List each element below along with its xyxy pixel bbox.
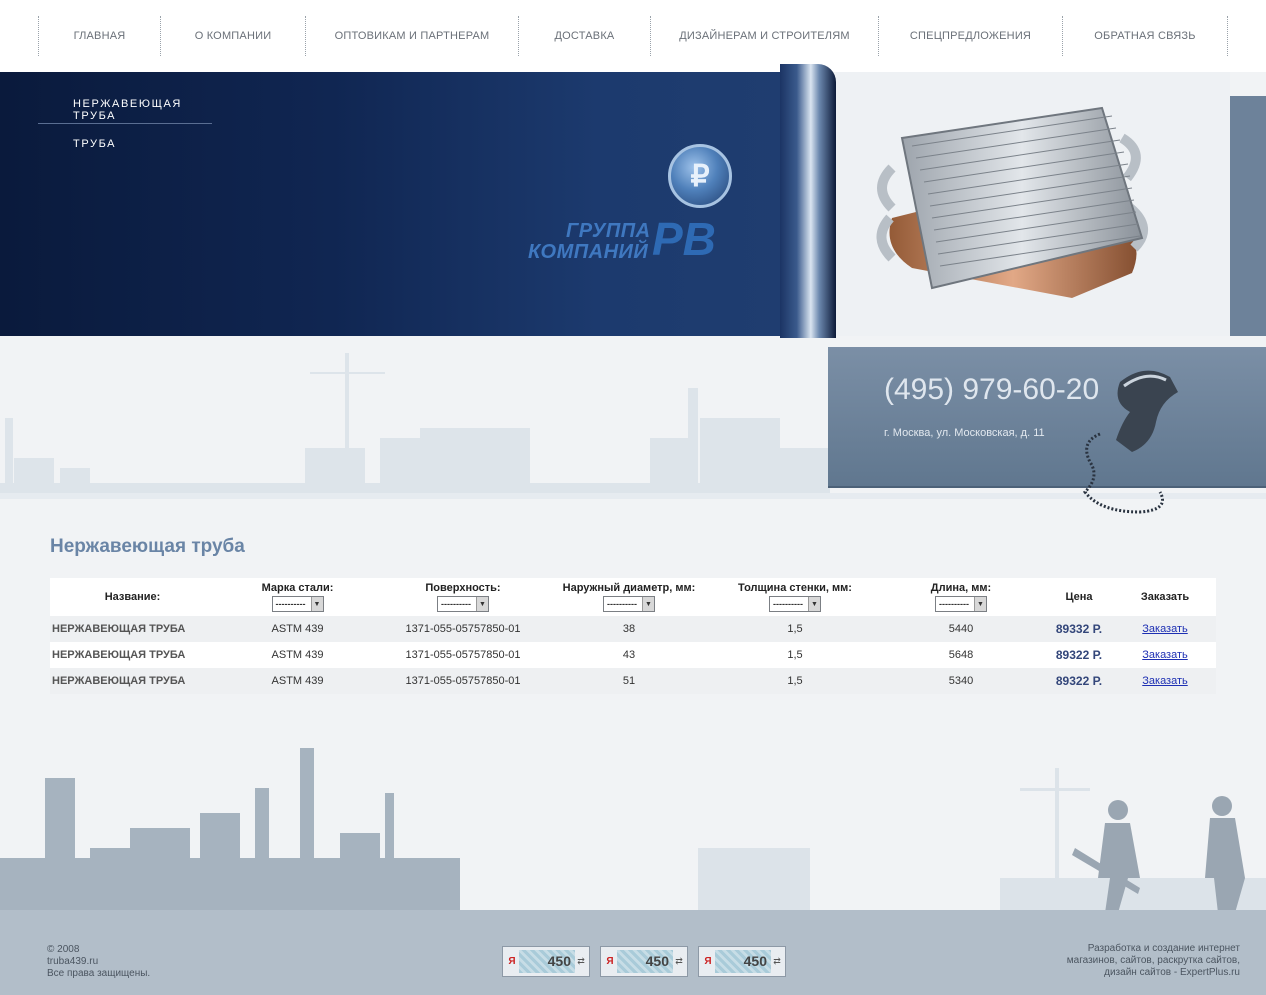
top-navigation: ГЛАВНАЯ О КОМПАНИИ ОПТОВИКАМ И ПАРТНЕРАМ… bbox=[0, 0, 1266, 72]
yandex-counter[interactable]: Я 450 ⇄ bbox=[600, 946, 688, 977]
chevron-down-icon: ▼ bbox=[476, 597, 488, 611]
chevron-down-icon: ▼ bbox=[808, 597, 820, 611]
header-length: Длина, мм: ---------- ▼ bbox=[878, 578, 1044, 616]
chevron-down-icon: ▼ bbox=[642, 597, 654, 611]
cell-length: 5648 bbox=[948, 649, 974, 661]
steel-grade-filter-select[interactable]: ---------- ▼ bbox=[271, 596, 324, 612]
header-name: Название: bbox=[104, 590, 161, 603]
footer: © 2008 truba439.ru Все права защищены. Я… bbox=[0, 910, 1266, 995]
cell-steel-grade: ASTM 439 bbox=[271, 675, 324, 687]
order-link[interactable]: Заказать bbox=[1142, 623, 1188, 635]
banner-side-strip bbox=[1230, 96, 1266, 336]
page-title: Нержавеющая труба bbox=[50, 536, 245, 557]
cell-diameter: 43 bbox=[622, 649, 636, 661]
counter-value: 450 bbox=[617, 950, 673, 973]
developer-line: Разработка и создание интернет bbox=[1087, 943, 1240, 954]
cell-order: Заказать bbox=[1114, 616, 1216, 642]
table-header-row: Название: Марка стали: ---------- ▼ Повер… bbox=[50, 578, 1216, 616]
length-filter-select[interactable]: ---------- ▼ bbox=[935, 596, 987, 612]
cell-thickness: 1,5 bbox=[787, 675, 803, 687]
developer-credit[interactable]: Разработка и создание интернет магазинов… bbox=[1020, 943, 1240, 979]
cell-price: 89322 Р. bbox=[1055, 648, 1103, 662]
thickness-filter-select[interactable]: ---------- ▼ bbox=[769, 596, 821, 612]
yandex-counter[interactable]: Я 450 ⇄ bbox=[502, 946, 590, 977]
company-logo-icon: ₽ bbox=[668, 144, 732, 208]
cell-surface: 1371-055-05757850-01 bbox=[405, 623, 521, 635]
copyright-block: © 2008 truba439.ru Все права защищены. bbox=[47, 944, 150, 980]
cell-steel-grade: ASTM 439 bbox=[271, 623, 324, 635]
developer-line: дизайн сайтов - ExpertPlus.ru bbox=[1104, 967, 1240, 978]
nav-item-feedback[interactable]: ОБРАТНАЯ СВЯЗЬ bbox=[1062, 16, 1228, 56]
table-row: НЕРЖАВЕЮЩАЯ ТРУБА ASTM 439 1371-055-0575… bbox=[50, 668, 1216, 694]
logo-text-line1: ГРУППА bbox=[566, 220, 651, 242]
diameter-filter-select[interactable]: ---------- ▼ bbox=[603, 596, 655, 612]
yandex-logo-icon: Я bbox=[606, 956, 614, 967]
industrial-skyline-decoration bbox=[0, 748, 1266, 913]
header-surface: Поверхность: ---------- ▼ bbox=[380, 578, 546, 616]
yandex-logo-icon: Я bbox=[704, 956, 712, 967]
logo-mark-text: PB bbox=[652, 213, 716, 265]
refresh-icon: ⇄ bbox=[675, 956, 683, 966]
chevron-down-icon: ▼ bbox=[310, 597, 323, 611]
heat-exchanger-image bbox=[876, 106, 1148, 298]
header-order: Заказать bbox=[1140, 590, 1190, 603]
nav-item-delivery[interactable]: ДОСТАВКА bbox=[518, 16, 650, 56]
product-table: Название: Марка стали: ---------- ▼ Повер… bbox=[50, 578, 1216, 694]
counter-value: 450 bbox=[715, 950, 771, 973]
cell-diameter: 38 bbox=[622, 623, 636, 635]
cell-order: Заказать bbox=[1114, 668, 1216, 694]
developer-line: магазинов, сайтов, раскрутка сайтов, bbox=[1066, 955, 1240, 966]
cell-diameter: 51 bbox=[622, 675, 636, 687]
surface-filter-select[interactable]: ---------- ▼ bbox=[437, 596, 489, 612]
nav-item-special-offers[interactable]: СПЕЦПРЕДЛОЖЕНИЯ bbox=[878, 16, 1062, 56]
yandex-counter[interactable]: Я 450 ⇄ bbox=[698, 946, 786, 977]
header-steel-grade: Марка стали: ---------- ▼ bbox=[215, 578, 380, 616]
nav-item-home[interactable]: ГЛАВНАЯ bbox=[38, 16, 160, 56]
cell-name: НЕРЖАВЕЮЩАЯ ТРУБА bbox=[52, 675, 186, 687]
header-wall-thickness: Толщина стенки, мм: ---------- ▼ bbox=[712, 578, 878, 616]
banner-page-curl bbox=[780, 64, 836, 338]
cell-steel-grade: ASTM 439 bbox=[271, 649, 324, 661]
cell-length: 5340 bbox=[948, 675, 974, 687]
table-row: НЕРЖАВЕЮЩАЯ ТРУБА ASTM 439 1371-055-0575… bbox=[50, 642, 1216, 668]
yandex-logo-icon: Я bbox=[508, 956, 516, 967]
cell-price: 89322 Р. bbox=[1055, 674, 1103, 688]
contact-panel: (495) 979-60-20 г. Москва, ул. Московска… bbox=[828, 347, 1266, 488]
counter-value: 450 bbox=[519, 950, 575, 973]
cell-thickness: 1,5 bbox=[787, 649, 803, 661]
cell-price: 89332 Р. bbox=[1055, 622, 1103, 636]
nav-item-about[interactable]: О КОМПАНИИ bbox=[160, 16, 305, 56]
nav-item-designers[interactable]: ДИЗАЙНЕРАМ И СТРОИТЕЛЯМ bbox=[650, 16, 878, 56]
copyright-year: © 2008 bbox=[47, 944, 80, 955]
header-outer-diameter: Наружный диаметр, мм: ---------- ▼ bbox=[546, 578, 712, 616]
cell-surface: 1371-055-05757850-01 bbox=[405, 649, 521, 661]
nav-item-wholesale[interactable]: ОПТОВИКАМ И ПАРТНЕРАМ bbox=[305, 16, 518, 56]
order-link[interactable]: Заказать bbox=[1142, 675, 1188, 687]
cell-name: НЕРЖАВЕЮЩАЯ ТРУБА bbox=[52, 623, 186, 635]
refresh-icon: ⇄ bbox=[577, 956, 585, 966]
refresh-icon: ⇄ bbox=[773, 956, 781, 966]
city-skyline-decoration bbox=[0, 353, 830, 498]
cell-length: 5440 bbox=[948, 623, 974, 635]
telephone-handset-icon bbox=[1083, 370, 1178, 514]
cell-surface: 1371-055-05757850-01 bbox=[405, 675, 521, 687]
header-price: Цена bbox=[1065, 590, 1093, 603]
chevron-down-icon: ▼ bbox=[974, 597, 986, 611]
cell-name: НЕРЖАВЕЮЩАЯ ТРУБА bbox=[52, 649, 186, 661]
logo-text-line2: КОМПАНИЙ bbox=[528, 241, 649, 263]
company-address: г. Москва, ул. Московская, д. 11 bbox=[884, 427, 1045, 439]
cell-order: Заказать bbox=[1114, 642, 1216, 668]
cell-thickness: 1,5 bbox=[787, 623, 803, 635]
order-link[interactable]: Заказать bbox=[1142, 649, 1188, 661]
side-menu-item-pipe[interactable]: ТРУБА bbox=[38, 138, 212, 150]
site-domain: truba439.ru bbox=[47, 956, 99, 967]
side-menu-item-stainless-pipe[interactable]: НЕРЖАВЕЮЩАЯ ТРУБА bbox=[38, 92, 212, 124]
side-menu: НЕРЖАВЕЮЩАЯ ТРУБА ТРУБА bbox=[38, 92, 212, 150]
rights-reserved: Все права защищены. bbox=[47, 968, 151, 979]
table-row: НЕРЖАВЕЮЩАЯ ТРУБА ASTM 439 1371-055-0575… bbox=[50, 616, 1216, 642]
